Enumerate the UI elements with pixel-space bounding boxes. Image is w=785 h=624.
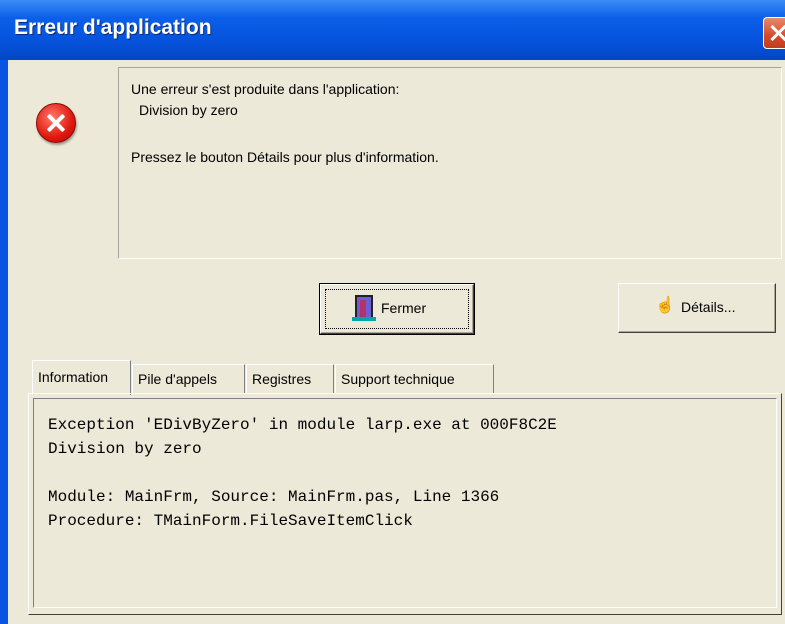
door-exit-icon [352, 295, 376, 321]
tab-label: Support technique [341, 371, 455, 387]
tab-pile-appels[interactable]: Pile d'appels [132, 364, 245, 393]
tab-label: Information [38, 369, 109, 385]
message-line-1: Une erreur s'est produite dans l'applica… [131, 81, 400, 97]
detail-line-3: Module: MainFrm, Source: MainFrm.pas, Li… [48, 488, 500, 506]
message-panel: Une erreur s'est produite dans l'applica… [118, 67, 782, 259]
detail-line-4: Procedure: TMainForm.FileSaveItemClick [48, 512, 413, 530]
error-dialog: Erreur d'application Une erreur s'est pr… [0, 0, 785, 624]
fermer-label: Fermer [381, 300, 427, 316]
details-panel: Exception 'EDivByZero' in module larp.ex… [28, 393, 782, 615]
dialog-body: Une erreur s'est produite dans l'applica… [8, 60, 785, 624]
window-title: Erreur d'application [14, 16, 212, 39]
message-line-3: Pressez le bouton Détails pour plus d'in… [131, 149, 439, 165]
tab-information[interactable]: Information [32, 360, 131, 395]
tab-label: Pile d'appels [138, 371, 217, 387]
error-icon [36, 103, 76, 143]
fermer-button[interactable]: Fermer [319, 283, 475, 335]
tab-label: Registres [252, 371, 312, 387]
detail-line-2: Division by zero [48, 440, 202, 458]
tab-support-technique[interactable]: Support technique [335, 364, 494, 393]
message-line-2: Division by zero [139, 102, 238, 118]
close-icon[interactable] [763, 17, 785, 49]
details-text-area[interactable]: Exception 'EDivByZero' in module larp.ex… [33, 398, 777, 608]
hand-pointer-icon: ☝ [655, 297, 675, 314]
details-button[interactable]: ☝ Détails... [618, 283, 776, 333]
tab-registres[interactable]: Registres [246, 364, 334, 393]
detail-line-1: Exception 'EDivByZero' in module larp.ex… [48, 416, 557, 434]
title-bar[interactable]: Erreur d'application [0, 0, 785, 60]
details-label: Détails... [681, 299, 736, 315]
